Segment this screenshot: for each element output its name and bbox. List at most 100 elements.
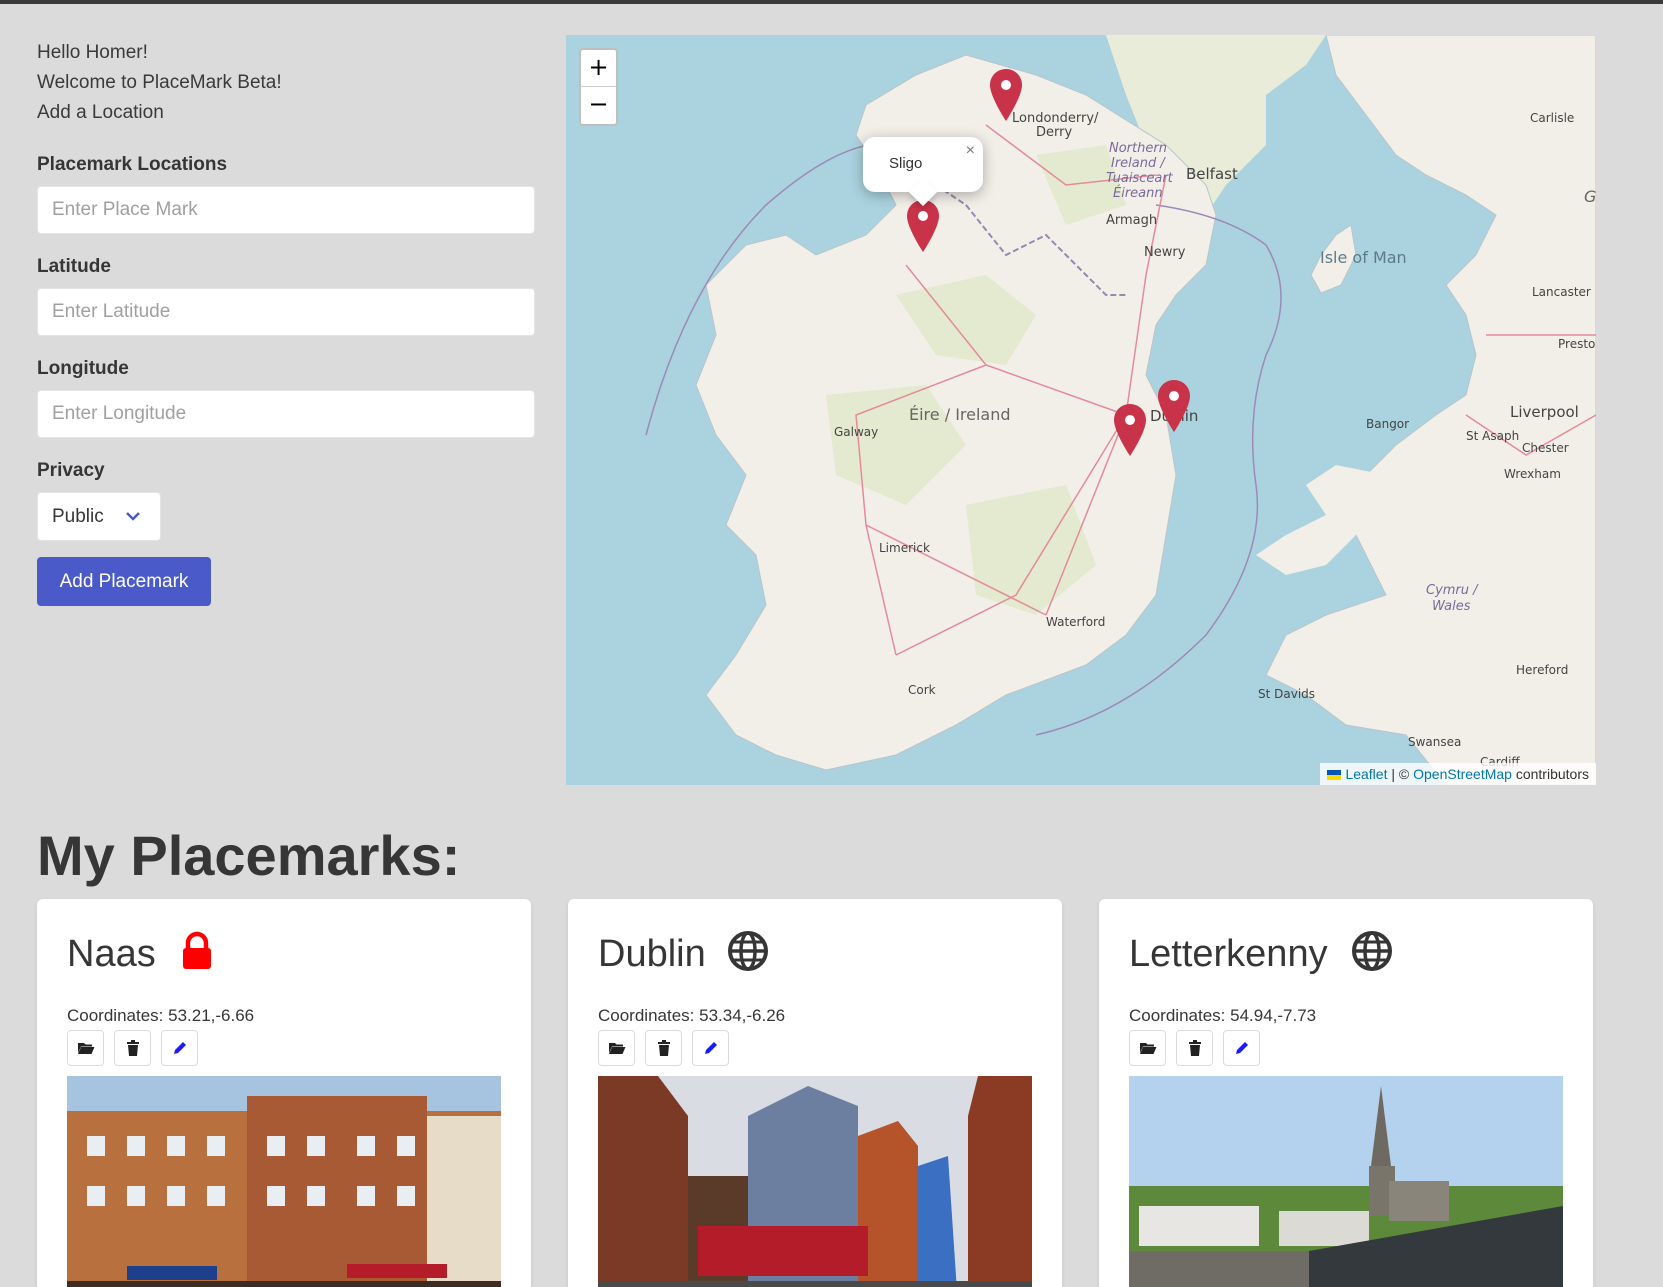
map-label-hereford: Hereford: [1516, 663, 1569, 677]
open-button[interactable]: [1129, 1030, 1166, 1066]
top-bar: [0, 0, 1663, 4]
delete-button[interactable]: [114, 1030, 151, 1066]
privacy-select[interactable]: Public: [37, 492, 161, 541]
add-location-title: Add a Location: [37, 102, 164, 123]
zoom-control: + −: [579, 48, 618, 126]
pencil-icon: [173, 1042, 186, 1054]
popup-close-button[interactable]: ×: [966, 142, 975, 160]
map-label-limerick: Limerick: [879, 541, 930, 555]
map-label-cymru-1: Cymru /: [1426, 583, 1478, 598]
openstreetmap-link[interactable]: OpenStreetMap: [1413, 766, 1512, 782]
placemark-coordinates: Coordinates: 53.34,-6.26: [598, 1006, 786, 1025]
add-placemark-button[interactable]: Add Placemark: [37, 557, 211, 606]
placemark-card-naas: Naas Coordinates: 53.21,-6.66: [37, 899, 531, 1287]
map-label-derry: Derry: [1036, 125, 1073, 140]
placemark-name-input[interactable]: [37, 186, 535, 234]
map-label-chester: Chester: [1522, 441, 1569, 455]
lock-icon: [183, 931, 211, 969]
map-marker-letterkenny[interactable]: [990, 69, 1022, 121]
edit-button[interactable]: [1223, 1030, 1260, 1066]
placemark-card-dublin: Dublin Coordinates: 53.34,-6.26: [568, 899, 1062, 1287]
map-label-armagh: Armagh: [1106, 213, 1158, 228]
map-label-northern-ireland-3: Tuaisceart: [1106, 171, 1173, 186]
latitude-label: Latitude: [37, 256, 111, 277]
leaflet-link[interactable]: Leaflet: [1345, 766, 1387, 782]
trash-icon: [657, 1040, 670, 1056]
folder-open-icon: [77, 1043, 94, 1054]
edit-button[interactable]: [692, 1030, 729, 1066]
map-label-carlisle: Carlisle: [1530, 111, 1575, 125]
placemark-card-letterkenny: Letterkenny Coordinates: 54.94,-7.73: [1099, 899, 1593, 1287]
longitude-input[interactable]: [37, 390, 535, 438]
placemark-coordinates: Coordinates: 53.21,-6.66: [67, 1006, 255, 1025]
map-label-cymru-2: Wales: [1432, 599, 1471, 614]
naas-building-image: [67, 1076, 501, 1287]
map-label-liverpool: Liverpool: [1510, 403, 1579, 421]
map-label-st-davids: St Davids: [1258, 687, 1316, 701]
map-base-layer: [645, 35, 1596, 785]
open-button[interactable]: [67, 1030, 104, 1066]
map-label-northern-ireland-4: Éireann: [1113, 186, 1163, 201]
latitude-input[interactable]: [37, 288, 535, 336]
folder-open-icon: [1139, 1043, 1156, 1054]
map-label-waterford: Waterford: [1046, 615, 1106, 629]
delete-button[interactable]: [645, 1030, 682, 1066]
pencil-icon: [1235, 1042, 1248, 1054]
popup-text: Sligo: [889, 155, 923, 172]
map-popup: Sligo ×: [863, 137, 983, 207]
privacy-label: Privacy: [37, 460, 105, 481]
map-label-ireland: Éire / Ireland: [909, 405, 1011, 424]
dublin-street-image: [598, 1076, 1032, 1287]
map-attribution: Leaflet | © OpenStreetMap contributors: [1320, 763, 1596, 785]
placemark-name-label: Placemark Locations: [37, 154, 228, 175]
greeting-hello: Hello Homer!: [37, 42, 148, 63]
map-label-isle-of-man: Isle of Man: [1320, 248, 1407, 267]
map-label-lancaster: Lancaster: [1532, 285, 1591, 299]
greeting-welcome: Welcome to PlaceMark Beta!: [37, 72, 282, 93]
placemark-title: Naas: [67, 933, 156, 975]
edit-button[interactable]: [161, 1030, 198, 1066]
map-label-swansea: Swansea: [1408, 735, 1462, 749]
placemark-photo-letterkenny: [1129, 1076, 1563, 1287]
map-label-northern-ireland-1: Northern: [1109, 141, 1167, 156]
map-label-bangor: Bangor: [1366, 417, 1410, 431]
privacy-select-value: Public: [52, 506, 104, 527]
add-placemark-form: Hello Homer! Welcome to PlaceMark Beta! …: [37, 38, 535, 606]
map-label-londonderry: Londonderry/: [1012, 111, 1099, 126]
placemark-actions: [67, 1030, 198, 1066]
map-marker-naas[interactable]: [1114, 404, 1146, 456]
placemark-photo-naas: [67, 1076, 501, 1287]
map-label-galway: Galway: [834, 425, 879, 439]
my-placemarks-heading: My Placemarks:: [37, 824, 461, 887]
map-label-st-asaph: St Asaph: [1466, 429, 1520, 443]
placemark-photo-dublin: [598, 1076, 1032, 1287]
delete-button[interactable]: [1176, 1030, 1213, 1066]
chevron-down-icon: [126, 512, 140, 521]
map-marker-dublin[interactable]: [1158, 380, 1190, 432]
map-label-belfast: Belfast: [1186, 165, 1238, 183]
map-label-preston: Preston: [1558, 337, 1596, 351]
pencil-icon: [704, 1042, 717, 1054]
zoom-out-button[interactable]: −: [581, 87, 616, 124]
map-label-cork: Cork: [908, 683, 936, 697]
trash-icon: [126, 1040, 139, 1056]
open-button[interactable]: [598, 1030, 635, 1066]
placemark-coordinates: Coordinates: 54.94,-7.73: [1129, 1006, 1317, 1025]
trash-icon: [1188, 1040, 1201, 1056]
map-label-g: G: [1584, 187, 1596, 206]
map-view[interactable]: + − Londonderry/ Derry Northern Ireland …: [566, 35, 1596, 785]
globe-icon: [728, 931, 768, 971]
placemark-title: Dublin: [598, 933, 706, 975]
longitude-label: Longitude: [37, 358, 129, 379]
folder-open-icon: [608, 1043, 625, 1054]
attribution-suffix: contributors: [1511, 766, 1589, 782]
map-label-newry: Newry: [1144, 245, 1186, 260]
map-label-wrexham: Wrexham: [1504, 467, 1561, 481]
letterkenny-town-image: [1129, 1076, 1563, 1287]
zoom-in-button[interactable]: +: [581, 50, 616, 87]
map-marker-sligo[interactable]: [907, 200, 939, 252]
placemark-title: Letterkenny: [1129, 933, 1328, 975]
placemark-actions: [598, 1030, 729, 1066]
ukraine-flag-icon: [1327, 770, 1342, 781]
attribution-separator: | ©: [1387, 766, 1414, 782]
